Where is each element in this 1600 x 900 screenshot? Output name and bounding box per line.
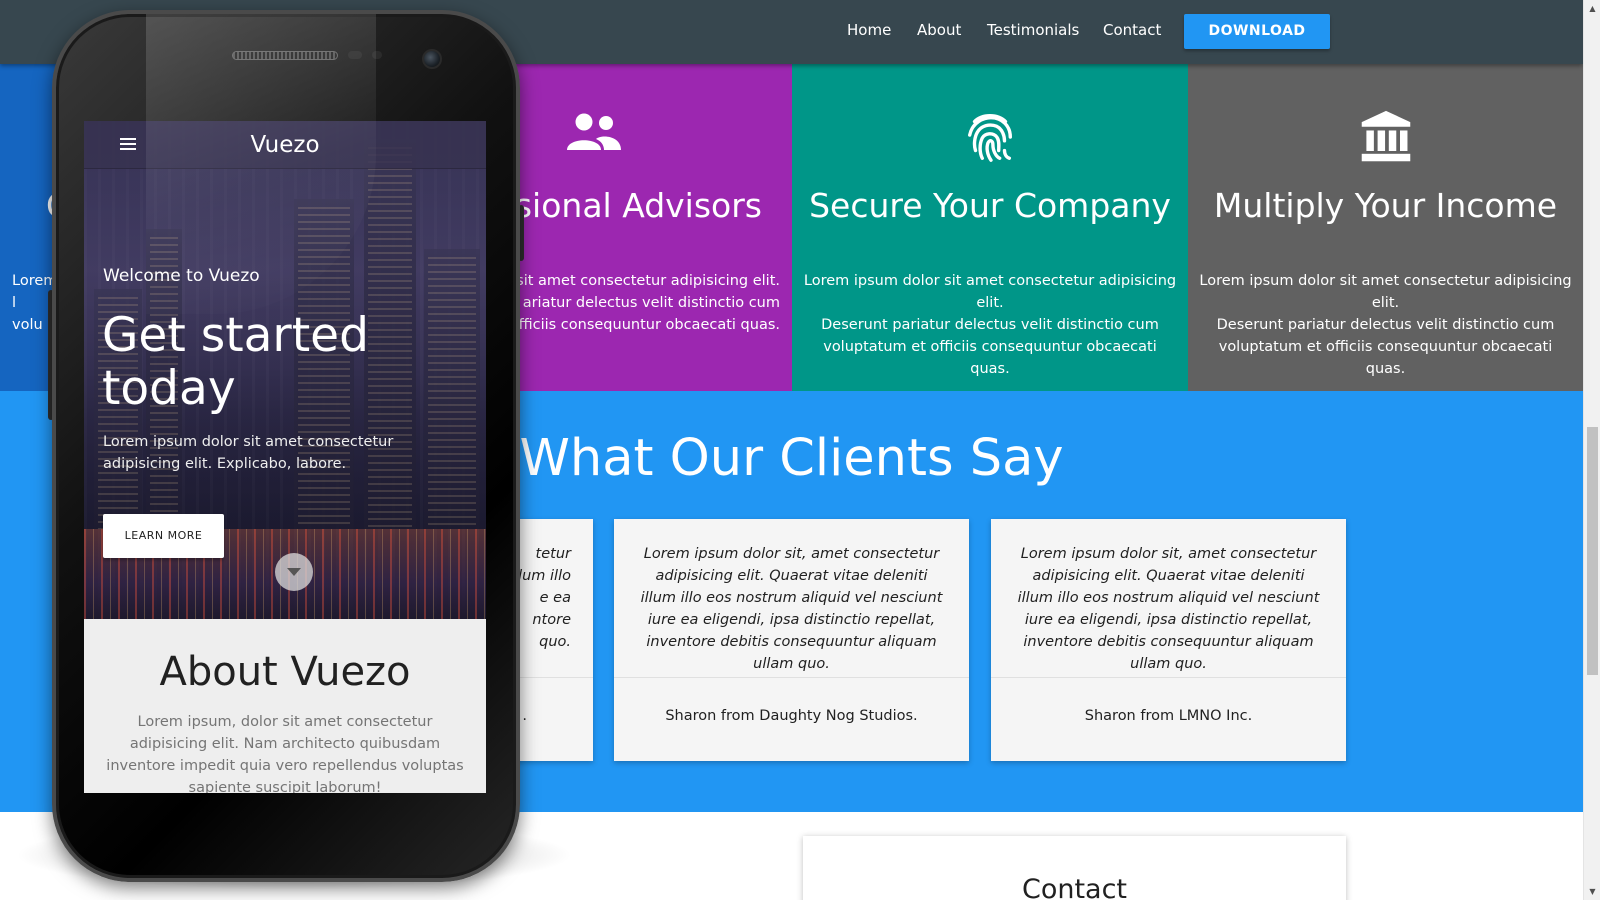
testimonial-quote: Lorem ipsum dolor sit, amet consectetur … xyxy=(640,546,943,672)
feature-title: Secure Your Company xyxy=(809,186,1171,225)
testimonial-author: Sharon from Daughty Nog Studios. xyxy=(665,708,918,724)
contact-card: Contact xyxy=(803,836,1346,900)
phone-sensor xyxy=(348,51,362,59)
testimonial-author: Sharon from LMNO Inc. xyxy=(1084,708,1253,724)
feature-text: Lorem ipsum dolor sit amet consectetur a… xyxy=(803,273,1177,377)
hero-heading: Get started today xyxy=(102,308,369,416)
feature-card-secure: Secure Your Company Lorem ipsum dolor si… xyxy=(792,64,1188,391)
page-scrollbar[interactable]: ▲ ▼ xyxy=(1583,0,1600,900)
contact-title: Contact xyxy=(1021,874,1128,900)
card-divider xyxy=(614,677,969,678)
phone-camera-icon xyxy=(422,49,442,69)
bank-icon xyxy=(1361,110,1410,162)
scroll-down-arrow-icon[interactable]: ▼ xyxy=(1584,883,1600,900)
testimonial-author: . xyxy=(522,708,527,724)
people-icon xyxy=(567,113,621,150)
about-title: About Vuezo xyxy=(159,649,411,695)
hero-welcome: Welcome to Vuezo xyxy=(103,266,260,286)
feature-title: Multiply Your Income xyxy=(1213,186,1558,225)
phone-speaker xyxy=(232,51,338,60)
scroll-down-icon[interactable] xyxy=(275,553,313,591)
city-building xyxy=(424,249,480,529)
testimonial-card: Lorem ipsum dolor sit, amet consectetur … xyxy=(614,519,969,761)
phone-sensor xyxy=(372,51,382,59)
testimonial-quote: tetur lum illo e ea ntore quo. xyxy=(518,546,571,650)
phone-screen: Vuezo Welcome to Vuezo Get started today… xyxy=(84,121,486,793)
download-button[interactable]: DOWNLOAD xyxy=(1184,14,1330,49)
app-title: Vuezo xyxy=(250,132,320,158)
hero-text: Lorem ipsum dolor sit amet consectetur a… xyxy=(103,434,394,472)
hero-image: Vuezo Welcome to Vuezo Get started today… xyxy=(84,121,486,619)
feature-card-income: Multiply Your Income Lorem ipsum dolor s… xyxy=(1188,64,1583,391)
nav-link-contact[interactable]: Contact xyxy=(1103,21,1161,39)
nav-link-home[interactable]: Home xyxy=(847,21,891,39)
nav-link-about[interactable]: About xyxy=(917,21,961,39)
testimonial-card: Lorem ipsum dolor sit, amet consectetur … xyxy=(991,519,1346,761)
nav-link-testimonials[interactable]: Testimonials xyxy=(987,21,1079,39)
card-divider xyxy=(991,677,1346,678)
about-text: Lorem ipsum, dolor sit amet consectetur … xyxy=(106,714,464,793)
learn-more-button[interactable]: LEARN MORE xyxy=(103,514,224,558)
app-bar: Vuezo xyxy=(84,121,486,169)
testimonial-quote: Lorem ipsum dolor sit, amet consectetur … xyxy=(1017,546,1320,672)
phone-mockup: Vuezo Welcome to Vuezo Get started today… xyxy=(52,10,520,882)
feature-title: ssional Advisors xyxy=(497,186,762,225)
feature-text: Lorem ipsum dolor sit amet consectetur a… xyxy=(1199,273,1572,377)
scroll-thumb[interactable] xyxy=(1587,427,1598,675)
scroll-up-icon[interactable]: ▲ xyxy=(1584,0,1600,17)
fingerprint-icon xyxy=(968,114,1012,162)
